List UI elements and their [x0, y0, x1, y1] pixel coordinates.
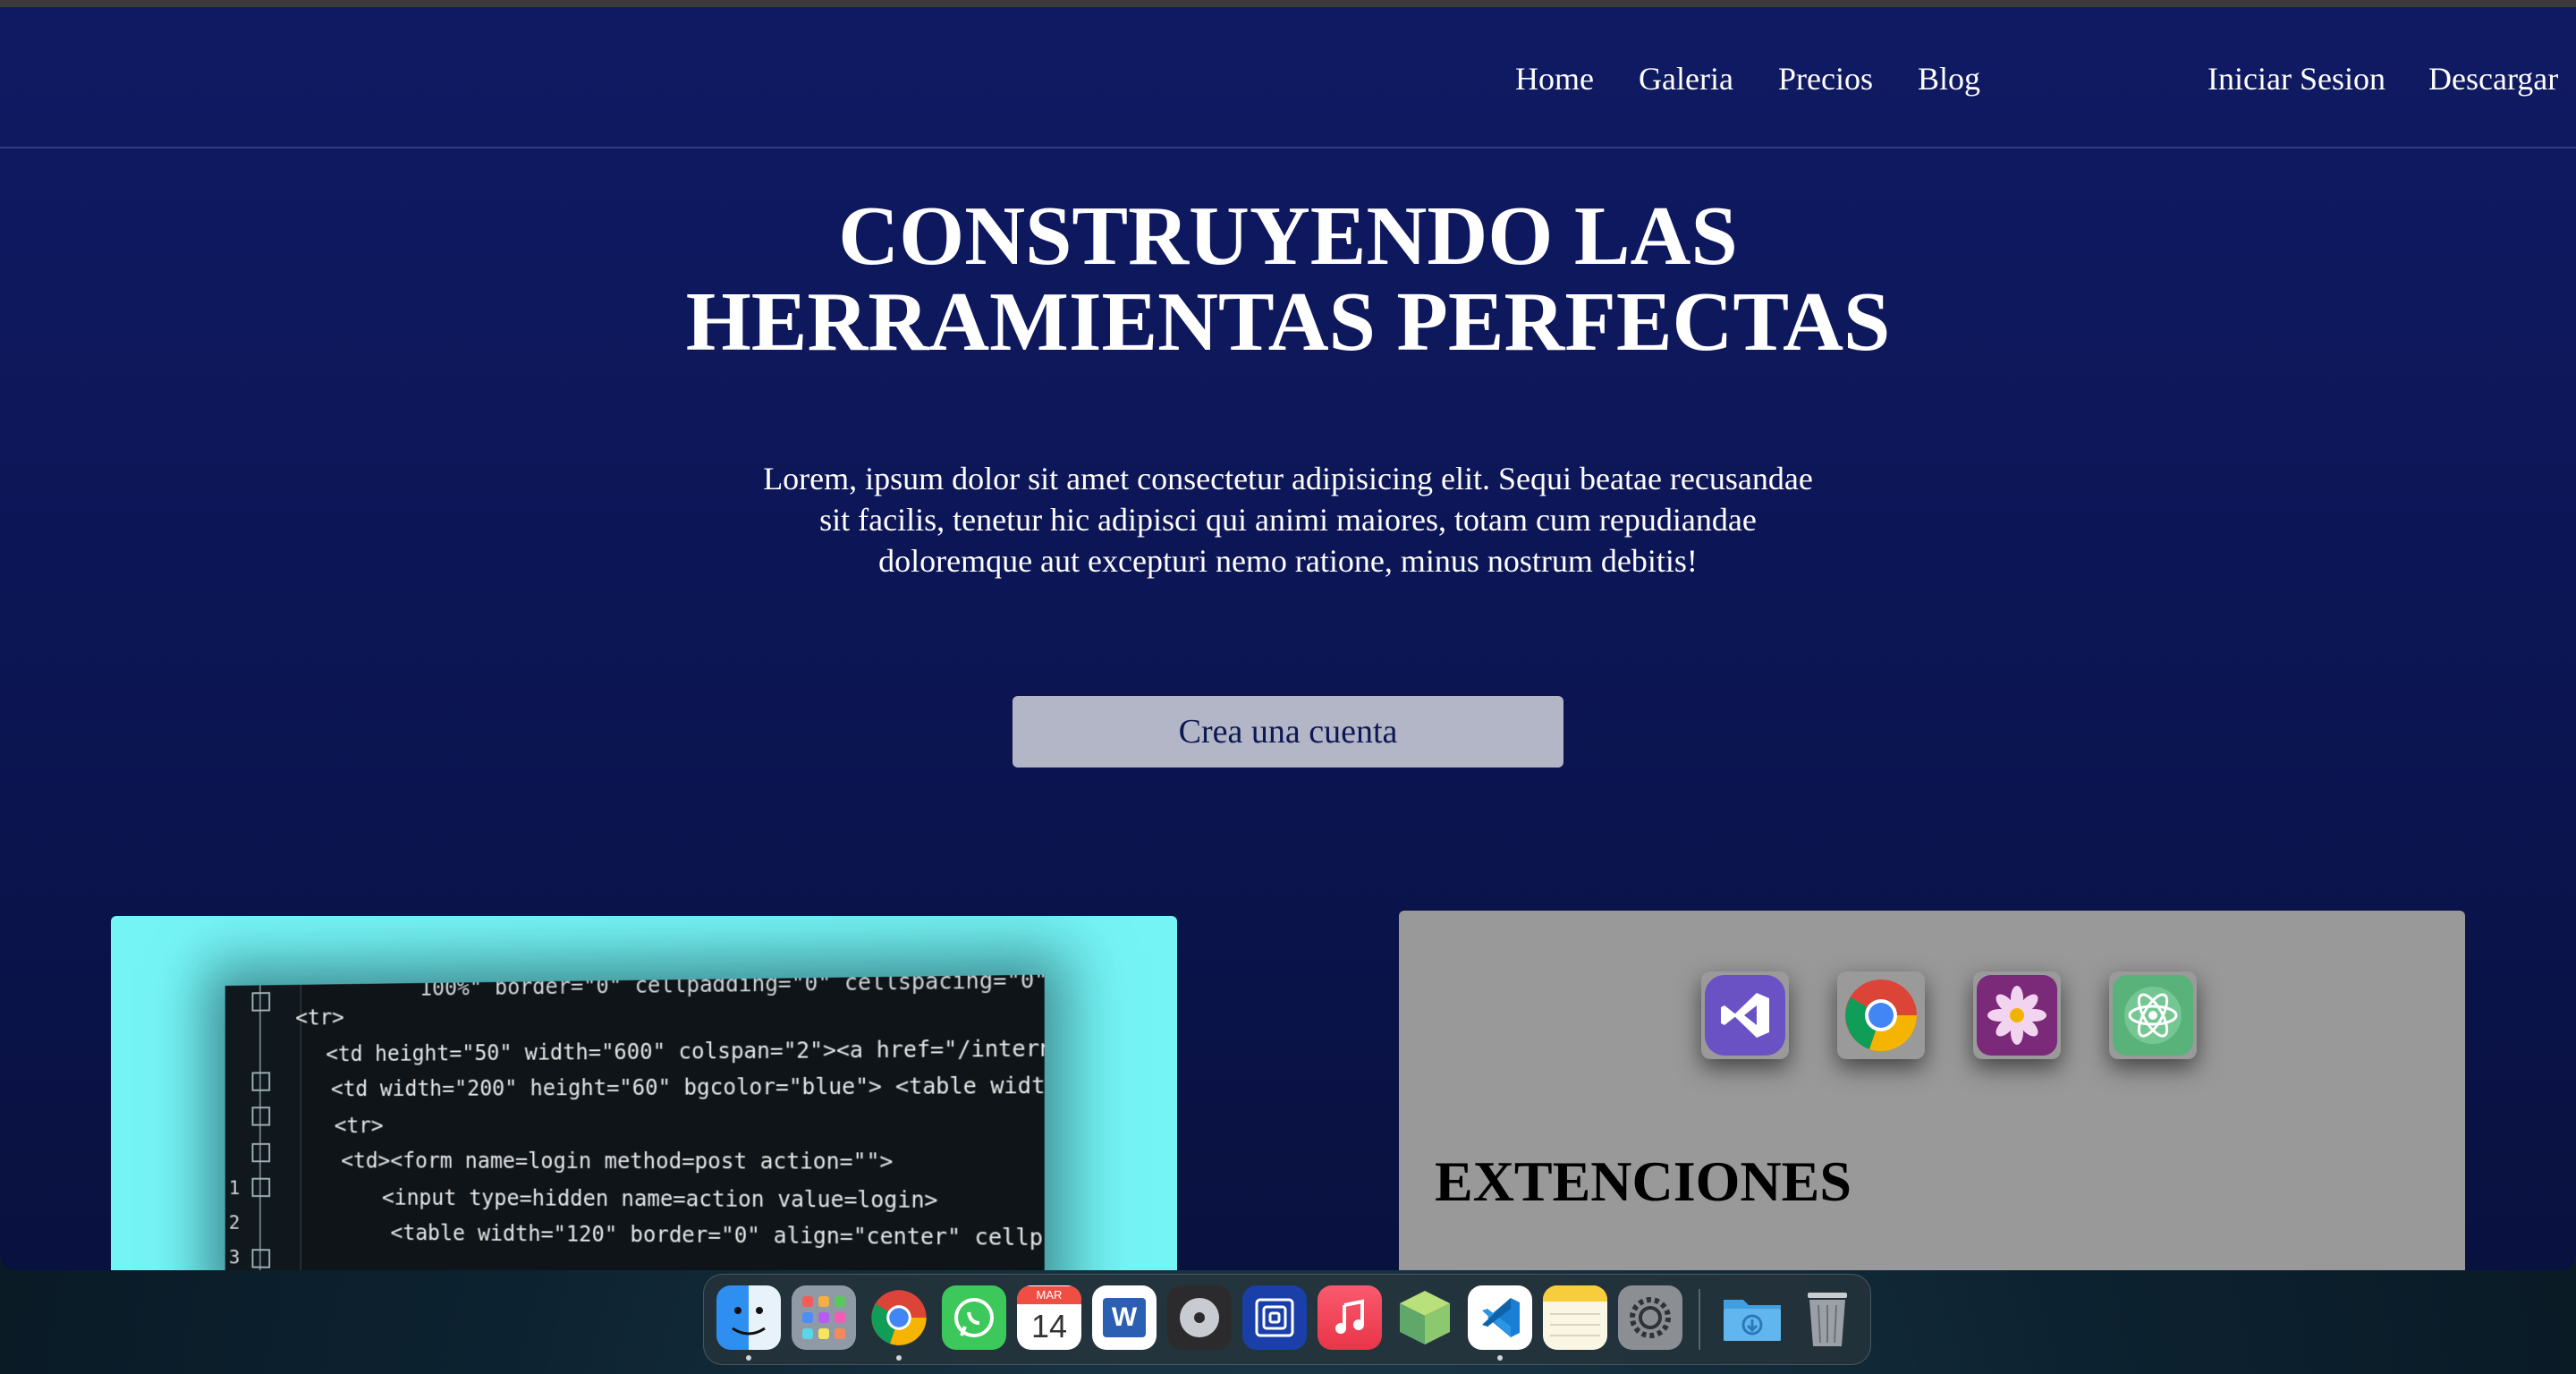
- hero-title-line-2: HERRAMIENTAS PERFECTAS: [483, 279, 2093, 365]
- nav-blog-link[interactable]: Blog: [1918, 50, 1980, 107]
- fold-marker-icon: [252, 1178, 271, 1197]
- downloads-folder-icon[interactable]: [1720, 1285, 1784, 1350]
- fold-marker-icon: [252, 1107, 271, 1125]
- music-icon[interactable]: [1318, 1285, 1382, 1350]
- hero-description: Lorem, ipsum dolor sit amet consectetur …: [751, 458, 1825, 581]
- nav-download-link[interactable]: Descargar: [2428, 50, 2558, 107]
- nav-precios-link[interactable]: Precios: [1778, 50, 1873, 107]
- running-indicator: [1497, 1355, 1503, 1361]
- word-letter: W: [1103, 1298, 1146, 1337]
- hero-title-line-1: CONSTRUYENDO LAS: [483, 193, 2093, 279]
- fold-marker-icon: [252, 1072, 271, 1090]
- line-number: 2: [225, 1212, 243, 1234]
- launchpad-icon[interactable]: [792, 1285, 856, 1350]
- calendar-month: MAR: [1017, 1286, 1081, 1304]
- code-line: <tr>: [335, 1114, 384, 1138]
- code-line: 100%" border="0" cellpadding="0" cellspa…: [419, 975, 1045, 1001]
- create-account-button[interactable]: Crea una cuenta: [1013, 696, 1563, 768]
- box-3d-icon[interactable]: [1393, 1285, 1457, 1350]
- calendar-day: 14: [1031, 1304, 1067, 1349]
- dock: MAR 14 W: [703, 1274, 1871, 1365]
- fold-marker-icon: [252, 1249, 271, 1268]
- chrome-icon[interactable]: [1837, 971, 1925, 1059]
- vscode-icon[interactable]: [1468, 1285, 1532, 1350]
- line-number: 1: [225, 1178, 243, 1200]
- fold-marker-icon: [252, 992, 271, 1012]
- finder-icon[interactable]: [716, 1285, 781, 1350]
- notes-icon[interactable]: [1543, 1285, 1607, 1350]
- line-number: 3: [225, 1247, 243, 1268]
- system-settings-icon[interactable]: [1618, 1285, 1682, 1350]
- screens-icon[interactable]: [1242, 1285, 1307, 1350]
- word-icon[interactable]: W: [1092, 1285, 1157, 1350]
- flower-app-icon[interactable]: [1973, 971, 2061, 1059]
- navbar: Home Galeria Precios Blog Iniciar Sesion…: [0, 7, 2576, 148]
- nav-galeria-link[interactable]: Galeria: [1639, 50, 1733, 107]
- code-line: <tr>: [295, 1005, 344, 1030]
- code-line: <td height="50" width="600" colspan="2">…: [326, 1034, 1045, 1067]
- extensions-title: EXTENCIONES: [1435, 1149, 1852, 1215]
- calendar-icon[interactable]: MAR 14: [1017, 1285, 1081, 1350]
- dvd-player-icon[interactable]: [1167, 1285, 1232, 1350]
- code-screenshot-image: 1 2 3 100%" border="0" cellpadding="0" c…: [225, 975, 1045, 1270]
- visual-studio-icon[interactable]: [1701, 971, 1789, 1059]
- dock-separator: [1699, 1289, 1700, 1350]
- code-card: 1 2 3 100%" border="0" cellpadding="0" c…: [111, 916, 1177, 1270]
- running-indicator: [746, 1355, 751, 1361]
- code-line: <table width="120" border="0" align="cen…: [391, 1220, 1045, 1252]
- extensions-card: EXTENCIONES: [1399, 911, 2465, 1270]
- whatsapp-icon[interactable]: [942, 1285, 1006, 1350]
- code-line: <td><form name=login method=post action=…: [341, 1149, 893, 1175]
- menu-bar-edge: [0, 0, 2576, 7]
- hero-title: CONSTRUYENDO LAS HERRAMIENTAS PERFECTAS: [483, 193, 2093, 365]
- code-line: <input type=hidden name=action value=log…: [382, 1185, 938, 1213]
- code-gutter: 1 2 3: [225, 985, 301, 1270]
- nav-login-link[interactable]: Iniciar Sesion: [2207, 50, 2385, 107]
- nav-home-link[interactable]: Home: [1515, 50, 1594, 107]
- running-indicator: [896, 1355, 902, 1361]
- atom-icon[interactable]: [2109, 971, 2197, 1059]
- fold-marker-icon: [252, 1143, 271, 1162]
- chrome-icon[interactable]: [867, 1285, 931, 1350]
- web-page: Home Galeria Precios Blog Iniciar Sesion…: [0, 7, 2576, 1270]
- code-line: <td width="200" height="60" bgcolor="blu…: [331, 1072, 1045, 1101]
- trash-icon[interactable]: [1795, 1285, 1860, 1350]
